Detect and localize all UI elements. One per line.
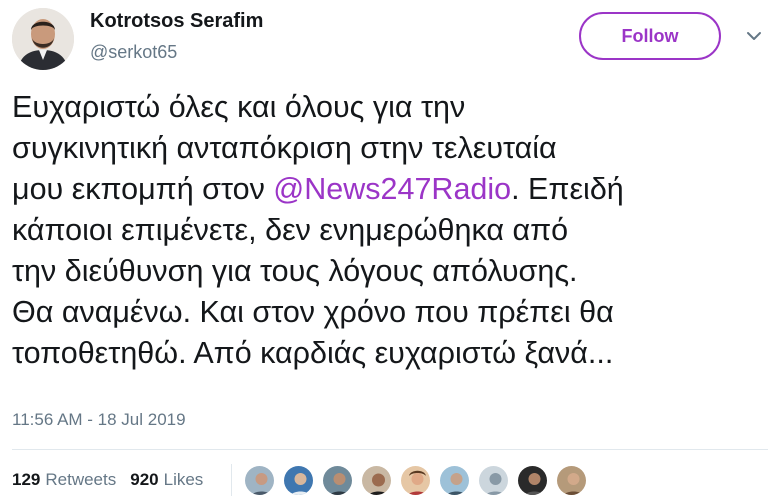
- divider: [12, 449, 768, 450]
- tweet-line: συγκινητική ανταπόκριση στην τελευταία: [12, 131, 557, 165]
- tweet-timestamp[interactable]: 11:56 AM - 18 Jul 2019: [12, 410, 186, 430]
- avatar[interactable]: [12, 8, 74, 70]
- retweets-label: Retweets: [45, 470, 117, 489]
- tweet-card: Kotrotsos Serafim @serkot65 Follow Ευχαρ…: [0, 0, 772, 500]
- author-name[interactable]: Kotrotsos Serafim: [90, 10, 263, 33]
- liker-avatar[interactable]: [321, 464, 354, 497]
- stats-divider: [231, 464, 232, 496]
- retweets-stat[interactable]: 129 Retweets: [12, 470, 116, 490]
- tweet-line: Θα αναμένω. Και στον χρόνο που πρέπει θα: [12, 295, 614, 329]
- liker-avatar[interactable]: [438, 464, 471, 497]
- tweet-text: Ευχαριστώ όλες και όλους για την συγκινη…: [12, 87, 768, 374]
- liker-avatars: [243, 464, 588, 497]
- avatar-portrait: [12, 8, 74, 70]
- tweet-text-segment: μου εκπομπή στον: [12, 172, 274, 206]
- tweet-line: τοποθετηθώ. Από καρδιάς ευχαριστώ ξανά..…: [12, 336, 614, 370]
- tweet-line: Ευχαριστώ όλες και όλους για την: [12, 90, 466, 124]
- mention-link[interactable]: @News247Radio: [273, 172, 511, 206]
- author-handle[interactable]: @serkot65: [90, 42, 177, 63]
- retweets-count: 129: [12, 470, 41, 489]
- liker-avatar[interactable]: [243, 464, 276, 497]
- tweet-line-with-mention: μου εκπομπή στον @News247Radio. Επειδή: [12, 169, 768, 210]
- chevron-down-icon[interactable]: [744, 26, 764, 46]
- liker-avatar[interactable]: [360, 464, 393, 497]
- tweet-line: κάποιοι επιμένετε, δεν ενημερώθηκα από: [12, 213, 569, 247]
- liker-avatar[interactable]: [555, 464, 588, 497]
- tweet-stats: 129 Retweets 920 Likes: [12, 470, 217, 490]
- likes-count: 920: [130, 470, 159, 489]
- likes-stat[interactable]: 920 Likes: [130, 470, 203, 490]
- likes-label: Likes: [163, 470, 204, 489]
- liker-avatar[interactable]: [282, 464, 315, 497]
- tweet-line: την διεύθυνση για τους λόγους απόλυσης.: [12, 254, 578, 288]
- liker-avatar[interactable]: [399, 464, 432, 497]
- liker-avatar[interactable]: [516, 464, 549, 497]
- liker-avatar[interactable]: [477, 464, 510, 497]
- tweet-text-segment: . Επειδή: [511, 172, 624, 206]
- follow-button[interactable]: Follow: [579, 12, 721, 60]
